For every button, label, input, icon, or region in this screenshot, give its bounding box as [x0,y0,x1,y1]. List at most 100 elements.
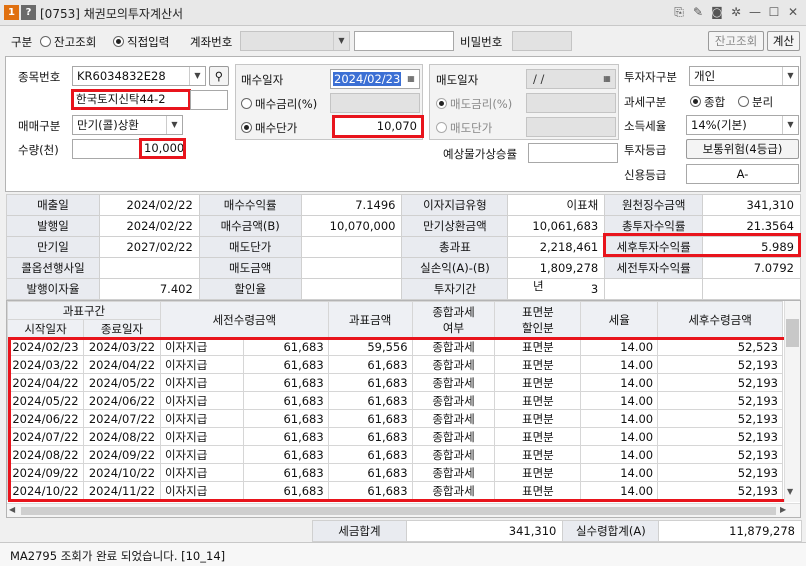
summary-key: 매도단가 [198,236,302,258]
trade-type-label: 매매구분 [18,119,61,133]
help-icon[interactable]: ? [21,5,36,20]
summary-value [300,236,403,258]
minimize-icon[interactable]: — [747,4,763,20]
screen-code: [0753] [40,7,80,21]
password-field[interactable] [512,31,572,51]
summary-key: 할인율 [198,278,302,300]
status-message: MA2795 조회가 완료 되었습니다. [10_14] [10,549,226,563]
buy-rate-input[interactable] [330,93,420,113]
summary-value: 이표채 [507,194,606,216]
item-name-tail [190,90,228,110]
camera-icon[interactable]: ◙ [709,4,725,20]
invest-grade-button[interactable]: 보통위험(4등급) [686,139,799,159]
grid-vscrollbar[interactable]: ▼ [784,301,800,502]
calendar-icon[interactable]: ▦ [599,70,615,88]
buy-rate-option[interactable]: 매수금리(%) [241,96,317,112]
sell-rate-input[interactable] [526,93,616,113]
header-combined-line2: 여부 [442,320,465,335]
summary-key: 매수금액(B) [198,215,302,237]
summary-key: 원천징수금액 [604,194,704,216]
invest-period-unit: 년 [533,279,544,293]
password-label: 비밀번호 [460,35,503,49]
tax-combined-text: 종합 [704,95,726,109]
trade-type-select[interactable]: 만기(콜)상환 ▼ [72,115,183,135]
radio-balance[interactable]: 잔고조회 [40,34,96,50]
grid-hscrollbar[interactable]: ◀ ▶ [7,503,800,517]
radio-direct[interactable]: 직접입력 [113,34,169,50]
buy-date-label: 매수일자 [241,73,284,87]
summary-value: 3 [507,278,606,300]
radio-balance-dot[interactable] [40,36,51,47]
buy-rate-radio[interactable] [241,98,252,109]
scroll-left-icon[interactable]: ◀ [9,505,15,514]
summary-value: 10,070,000 [300,215,403,237]
trade-type-text: 만기(콜)상환 [77,118,139,132]
radio-direct-dot[interactable] [113,36,124,47]
recv-total-value: 11,879,278 [658,520,802,542]
exp-yield-input[interactable] [528,143,618,163]
balance-button[interactable]: 잔고조회 [708,31,764,51]
sell-price-option[interactable]: 매도단가 [436,120,492,136]
buy-price-option[interactable]: 매수단가 [241,120,297,136]
sell-price-input[interactable] [526,117,616,137]
income-tax-select[interactable]: 14%(기본) ▼ [686,115,799,135]
summary-key: 만기상환금액 [401,215,509,237]
summary-key: 매출일 [6,194,100,216]
scroll-right-icon[interactable]: ▶ [780,505,786,514]
chevron-down-icon[interactable]: ▼ [166,116,182,134]
summary-row: 발행이자율 7.402 할인율 투자기간 3 [6,278,801,300]
buy-price-input[interactable]: 10,070 [332,115,424,138]
header-face-line1: 표면분 [521,304,554,319]
tax-combined-radio[interactable] [690,96,701,107]
header-rate: 세율 [580,301,659,338]
header-taxbase: 과표금액 [327,301,413,338]
sell-rate-radio[interactable] [436,98,447,109]
summary-value: 7.1496 [300,194,403,216]
account-select[interactable]: ▼ [240,31,350,51]
chevron-down-icon[interactable]: ▼ [782,116,798,134]
calendar-icon[interactable]: ▦ [403,70,419,88]
close-icon[interactable]: ✕ [785,4,801,20]
tax-separate-radio[interactable] [738,96,749,107]
summary-key: 이자지급유형 [401,194,509,216]
vscroll-thumb[interactable] [786,319,799,347]
link-icon[interactable]: ⎘ [671,4,687,20]
buy-price-text: 매수단가 [255,121,298,135]
qty-field-left[interactable] [72,139,140,159]
summary-key: 실손익(A)-(B) [401,257,509,279]
buy-price-radio[interactable] [241,122,252,133]
buy-date-input[interactable]: 2024/02/23 ▦ [330,69,420,89]
header-end: 종료일자 [82,319,161,338]
chevron-down-icon[interactable]: ▼ [333,32,349,50]
buy-rate-text: 매수금리(%) [255,97,318,111]
screen-number-icon[interactable]: 1 [4,5,19,20]
chevron-down-icon[interactable]: ▼ [189,67,205,85]
hscroll-thumb[interactable] [21,507,776,515]
scroll-down-icon[interactable]: ▼ [787,487,793,496]
sell-price-radio[interactable] [436,122,447,133]
sell-rate-option[interactable]: 매도금리(%) [436,96,512,112]
chevron-down-icon[interactable]: ▼ [782,67,798,85]
radio-direct-text: 직접입력 [127,35,170,49]
tax-separate-option[interactable]: 분리 [738,94,773,110]
search-icon[interactable]: ⚲ [209,66,229,86]
sell-date-input[interactable]: / / ▦ [526,69,616,89]
note-icon[interactable]: ✎ [690,4,706,20]
investor-select[interactable]: 개인 ▼ [689,66,799,86]
item-code-input[interactable]: KR6034832E28 ▼ [72,66,206,86]
calc-button[interactable]: 계산 [767,31,800,51]
tax-type-label: 과세구분 [624,95,667,109]
summary-key: 총과표 [401,236,509,258]
account-name-field[interactable] [354,31,454,51]
summary-key: 콜옵션행사일 [6,257,100,279]
qty-input[interactable]: 10,000 [139,138,186,159]
gear-icon[interactable]: ✲ [728,4,744,20]
summary-value: 7.402 [98,278,200,300]
invest-grade-label: 투자등급 [624,143,667,157]
maximize-icon[interactable]: ☐ [766,4,782,20]
after-tax-yield-highlight [603,233,801,257]
summary-key: 발행이자율 [6,278,100,300]
summary-key: 투자기간 [401,278,509,300]
tax-combined-option[interactable]: 종합 [690,94,725,110]
investor-label: 투자자구분 [624,70,677,84]
